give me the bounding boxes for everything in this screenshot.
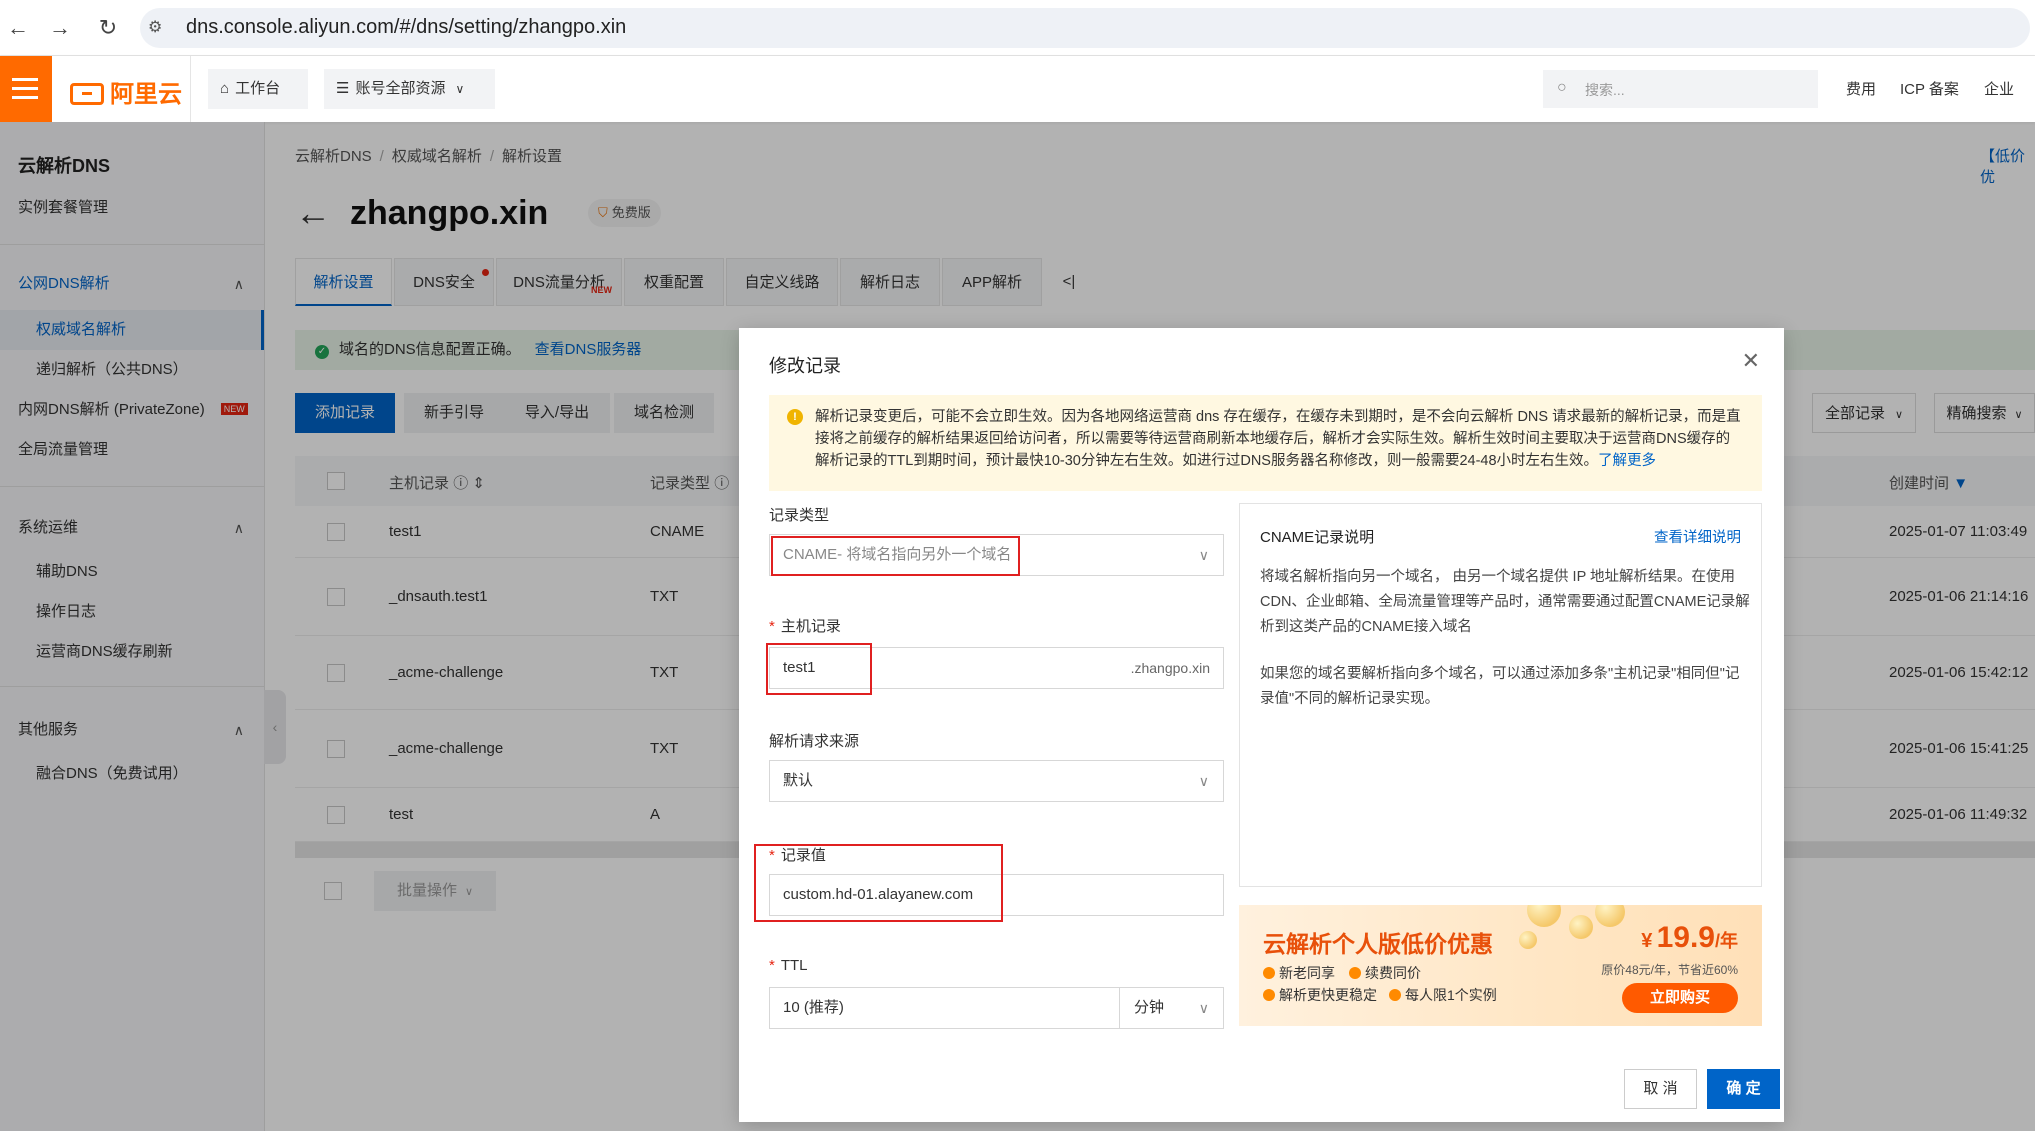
check-badge-icon [1263,967,1275,979]
domain-suffix: .zhangpo.xin [1130,660,1210,676]
info-paragraph: 如果您的域名要解析指向多个域名，可以通过添加多条"主机记录"相同但"记录值"不同… [1260,666,1740,707]
ttl-label: * TTL [769,957,808,974]
site-settings-icon[interactable]: ⚙ [148,17,170,39]
workbench-button[interactable]: ⌂ 工作台 [208,69,308,109]
header-link-fees[interactable]: 费用 [1846,78,1876,99]
chevron-down-icon: ∨ [1198,773,1209,789]
chevron-down-icon: ∨ [1198,547,1209,563]
chevron-down-icon: ∨ [455,82,465,96]
search-icon: ○ [1557,79,1567,96]
check-badge-icon [1389,989,1401,1001]
promo-price: ¥ 19.9/年 [1641,921,1738,954]
highlight-box [754,844,1003,922]
aliyun-logo[interactable]: 阿里云 [70,74,182,109]
chevron-down-icon: ∨ [1198,1000,1209,1016]
cache-warning: ! 解析记录变更后，可能不会立即生效。因为各地网络运营商 dns 存在缓存，在缓… [769,395,1762,491]
buy-now-button[interactable]: 立即购买 [1622,983,1738,1013]
cancel-button[interactable]: 取 消 [1624,1069,1697,1109]
host-record-label: * 主机记录 [769,618,841,635]
learn-more-link[interactable]: 了解更多 [1598,453,1656,469]
back-icon[interactable]: ← [4,14,32,42]
promo-banner[interactable]: 云解析个人版低价优惠 新老同享 续费同价 解析更快更稳定 每人限1个实例 ¥ 1… [1239,905,1762,1026]
forward-icon[interactable]: → [46,14,74,42]
logo-mark-icon [70,83,104,105]
ttl-input[interactable]: 10 (推荐) [769,987,1120,1029]
warning-icon: ! [787,409,803,425]
coin-decoration [1519,931,1537,949]
promo-feature: 每人限1个实例 [1389,985,1497,1005]
menu-icon[interactable] [0,56,52,122]
edit-record-modal: 修改记录 ✕ ! 解析记录变更后，可能不会立即生效。因为各地网络运营商 dns … [739,328,1784,1122]
promo-original-price: 原价48元/年，节省近60% [1601,963,1738,977]
modal-title: 修改记录 [769,356,841,376]
header-link-icp[interactable]: ICP 备案 [1900,78,1959,99]
cname-info-panel: CNAME记录说明 查看详细说明 将域名解析指向另一个域名， 由另一个域名提供 … [1239,503,1762,887]
promo-feature: 解析更快更稳定 [1263,985,1377,1005]
confirm-button[interactable]: 确 定 [1707,1069,1780,1109]
home-icon: ⌂ [220,80,230,97]
list-icon: ☰ [336,80,350,97]
ttl-unit-select[interactable]: 分钟 ∨ [1120,987,1224,1029]
url-text[interactable]: dns.console.aliyun.com/#/dns/setting/zha… [186,16,626,39]
promo-title: 云解析个人版低价优惠 [1263,931,1493,957]
request-source-label: 解析请求来源 [769,733,860,750]
header-link-enterprise[interactable]: 企业 [1984,78,2014,99]
reload-icon[interactable]: ↻ [94,14,122,42]
highlight-box [771,536,1020,576]
request-source-select[interactable]: 默认 ∨ [769,760,1224,802]
coin-decoration [1595,905,1625,927]
highlight-box [766,643,872,695]
console-header: 阿里云 ⌂ 工作台 ☰ 账号全部资源 ∨ ○ 搜索... 费用 ICP 备案 企业 [0,56,2035,122]
check-badge-icon [1263,989,1275,1001]
resources-dropdown[interactable]: ☰ 账号全部资源 ∨ [324,69,495,109]
info-paragraph: 将域名解析指向另一个域名， 由另一个域名提供 IP 地址解析结果。在使用 CDN… [1260,569,1750,635]
search-input[interactable]: ○ 搜索... [1543,70,1818,108]
info-title: CNAME记录说明 [1260,529,1375,546]
promo-feature: 新老同享 [1263,963,1335,983]
detail-link[interactable]: 查看详细说明 [1654,526,1741,547]
coin-decoration [1527,905,1561,927]
close-icon[interactable]: ✕ [1742,348,1760,374]
coin-decoration [1569,915,1593,939]
header-divider [190,56,191,122]
promo-feature: 续费同价 [1349,963,1421,983]
browser-bar: ← → ↻ ⚙ dns.console.aliyun.com/#/dns/set… [0,0,2035,56]
record-type-label: 记录类型 [769,507,830,524]
check-badge-icon [1349,967,1361,979]
